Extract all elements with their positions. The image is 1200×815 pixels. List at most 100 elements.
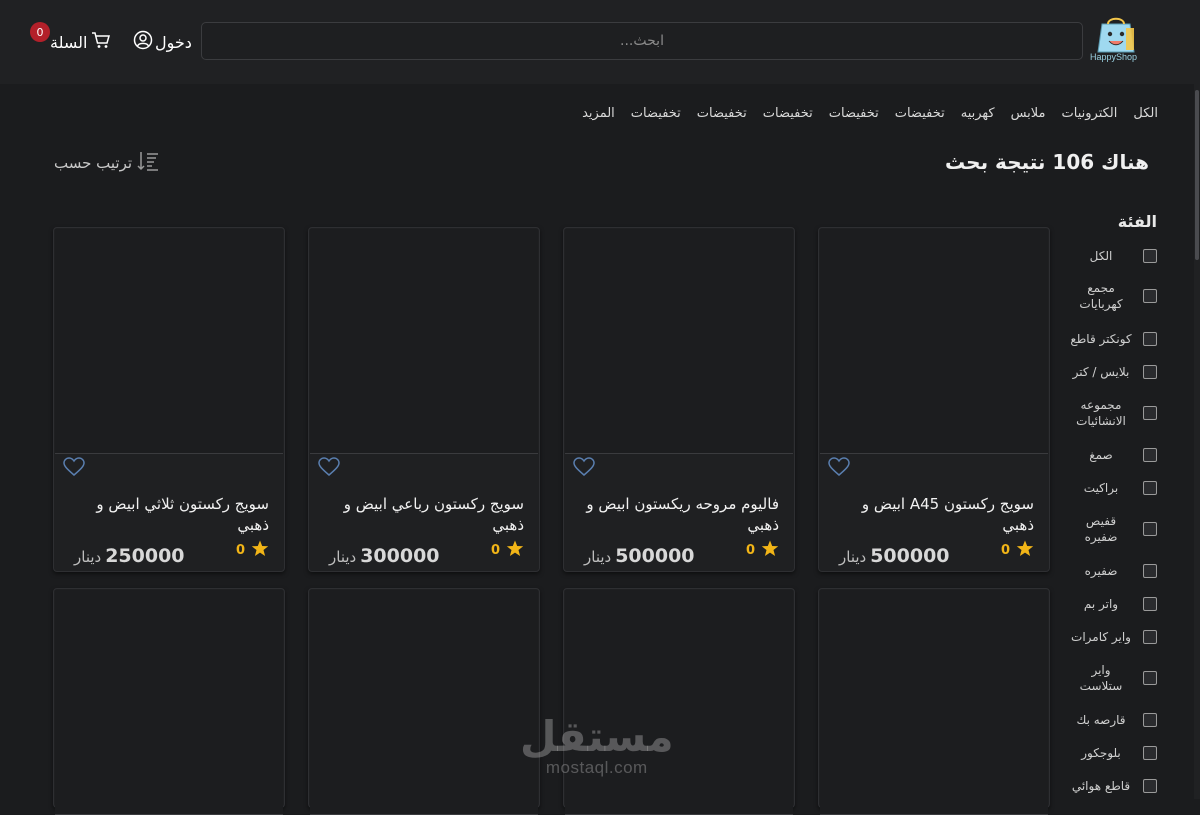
- rating-count: 0: [235, 543, 245, 558]
- product-image[interactable]: [55, 229, 283, 454]
- price-value: 250000: [105, 545, 185, 567]
- sort-icon: [136, 150, 160, 176]
- category-link[interactable]: تخفيضات: [829, 106, 879, 121]
- filter-checkbox[interactable]: [1143, 564, 1157, 578]
- product-image[interactable]: [820, 590, 1048, 815]
- filter-checkbox[interactable]: [1143, 332, 1157, 346]
- results-count-title: هناك 106 نتيجة بحث: [945, 150, 1149, 174]
- sort-label: ترتيب حسب: [54, 154, 133, 172]
- product-card[interactable]: [53, 588, 285, 815]
- cart-label: السلة: [50, 32, 88, 52]
- filter-checkbox[interactable]: [1143, 522, 1157, 536]
- product-price: 250000 دينار: [74, 545, 185, 567]
- product-card[interactable]: سويج ركستون ثلاثي ابيض و ذهبي 0 250000 د…: [53, 227, 285, 572]
- heart-icon[interactable]: [573, 457, 595, 481]
- filter-option[interactable]: الكل: [1037, 248, 1157, 264]
- user-icon: [133, 30, 153, 54]
- price-value: 500000: [870, 545, 950, 567]
- filter-option[interactable]: صمغ: [1037, 447, 1157, 463]
- filter-checkbox[interactable]: [1143, 481, 1157, 495]
- star-icon: [506, 540, 524, 561]
- filter-option[interactable]: قفيص ضفيره: [1037, 513, 1157, 545]
- filter-option[interactable]: كونكتر قاطع: [1037, 331, 1157, 347]
- filter-checkbox[interactable]: [1143, 746, 1157, 760]
- star-icon: [761, 540, 779, 561]
- category-link[interactable]: تخفيضات: [895, 106, 945, 121]
- heart-icon[interactable]: [318, 457, 340, 481]
- filter-checkbox[interactable]: [1143, 779, 1157, 793]
- product-title[interactable]: سويج ركستون ثلاثي ابيض و ذهبي: [69, 494, 269, 536]
- filter-option[interactable]: بلايس / كتر: [1037, 364, 1157, 380]
- product-price: 500000 دينار: [584, 545, 695, 567]
- product-price: 500000 دينار: [839, 545, 950, 567]
- product-rating: 0: [491, 540, 524, 561]
- product-image[interactable]: [310, 590, 538, 815]
- category-more-link[interactable]: المزيد: [582, 106, 615, 121]
- rating-count: 0: [490, 543, 500, 558]
- filter-option[interactable]: قاطع هوائي: [1037, 778, 1157, 794]
- filter-option[interactable]: براكيت: [1037, 480, 1157, 496]
- category-link[interactable]: تخفيضات: [697, 106, 747, 121]
- filter-checkbox[interactable]: [1143, 365, 1157, 379]
- filter-checkbox[interactable]: [1143, 289, 1157, 303]
- rating-count: 0: [745, 543, 755, 558]
- category-link[interactable]: الكل: [1133, 106, 1158, 121]
- filter-checkbox[interactable]: [1143, 597, 1157, 611]
- product-image[interactable]: [565, 590, 793, 815]
- login-button[interactable]: دخول: [133, 30, 192, 54]
- product-card[interactable]: [818, 588, 1050, 815]
- login-label: دخول: [155, 32, 192, 52]
- product-image[interactable]: [310, 229, 538, 454]
- cart-button[interactable]: السلة: [50, 30, 111, 54]
- heart-icon[interactable]: [63, 457, 85, 481]
- category-link[interactable]: تخفيضات: [631, 106, 681, 121]
- price-currency: دينار: [329, 548, 357, 566]
- product-title[interactable]: سويج ركستون A45 ابيض و ذهبي: [834, 494, 1034, 536]
- star-icon: [251, 540, 269, 561]
- filter-option[interactable]: واتر بم: [1037, 596, 1157, 612]
- filter-checkbox[interactable]: [1143, 630, 1157, 644]
- filter-checkbox[interactable]: [1143, 671, 1157, 685]
- product-rating: 0: [746, 540, 779, 561]
- category-link[interactable]: تخفيضات: [763, 106, 813, 121]
- product-card[interactable]: [308, 588, 540, 815]
- product-card[interactable]: فاليوم مروحه ريكستون ابيض و ذهبي 0 50000…: [563, 227, 795, 572]
- product-title[interactable]: سويج ركستون رباعي ابيض و ذهبي: [324, 494, 524, 536]
- cart-count-badge: 0: [30, 22, 50, 42]
- price-value: 300000: [360, 545, 440, 567]
- watermark-arabic: مستقل: [520, 712, 674, 761]
- scrollbar-thumb[interactable]: [1195, 90, 1199, 260]
- filter-checkbox[interactable]: [1143, 406, 1157, 420]
- filter-checkbox[interactable]: [1143, 448, 1157, 462]
- filter-option[interactable]: مجموعه الانشائيات: [1037, 397, 1157, 429]
- category-link[interactable]: كهربيه: [961, 106, 995, 121]
- filter-checkbox[interactable]: [1143, 249, 1157, 263]
- filter-option[interactable]: مجمع كهربايات: [1037, 280, 1157, 312]
- filter-checkbox[interactable]: [1143, 713, 1157, 727]
- sort-button[interactable]: ترتيب حسب: [54, 150, 160, 176]
- price-currency: دينار: [74, 548, 102, 566]
- search-input[interactable]: [201, 22, 1083, 60]
- filter-option[interactable]: واير كامرات: [1037, 629, 1157, 645]
- page-scrollbar[interactable]: [1194, 0, 1200, 799]
- star-icon: [1016, 540, 1034, 561]
- price-currency: دينار: [839, 548, 867, 566]
- product-card[interactable]: سويج ركستون رباعي ابيض و ذهبي 0 300000 د…: [308, 227, 540, 572]
- category-nav: الكل الكترونيات ملابس كهربيه تخفيضات تخف…: [582, 106, 1158, 121]
- category-link[interactable]: الكترونيات: [1062, 106, 1118, 121]
- filter-option[interactable]: قارصه بك: [1037, 712, 1157, 728]
- heart-icon[interactable]: [828, 457, 850, 481]
- filter-option[interactable]: ضفيره: [1037, 563, 1157, 579]
- filter-option[interactable]: بلوجكور: [1037, 745, 1157, 761]
- brand-name: HappyShop: [1090, 52, 1138, 62]
- filter-title: الفئة: [1117, 212, 1157, 231]
- product-title[interactable]: فاليوم مروحه ريكستون ابيض و ذهبي: [579, 494, 779, 536]
- product-image[interactable]: [565, 229, 793, 454]
- category-link[interactable]: ملابس: [1011, 106, 1046, 121]
- product-image[interactable]: [55, 590, 283, 815]
- rating-count: 0: [1000, 543, 1010, 558]
- filter-option[interactable]: واير ستلاست: [1037, 662, 1157, 694]
- product-card[interactable]: سويج ركستون A45 ابيض و ذهبي 0 500000 دين…: [818, 227, 1050, 572]
- product-rating: 0: [1001, 540, 1034, 561]
- product-image[interactable]: [820, 229, 1048, 454]
